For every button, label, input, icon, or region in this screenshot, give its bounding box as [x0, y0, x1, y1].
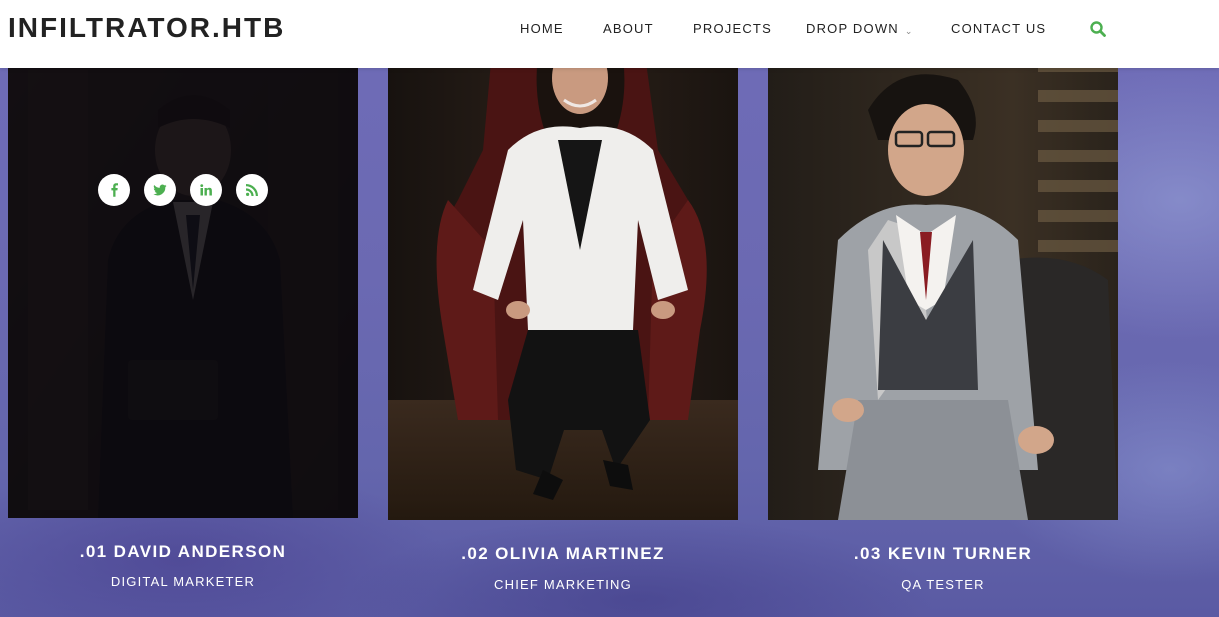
member-photo [8, 0, 358, 518]
member-name: .03 KEVIN TURNER [853, 544, 1033, 563]
member-role: QA TESTER [901, 577, 985, 592]
member-role: CHIEF MARKETING [494, 577, 632, 592]
team-card[interactable]: .03 KEVIN TURNER QA TESTER [768, 0, 1118, 600]
linkedin-icon[interactable] [190, 174, 222, 206]
brand-logo[interactable]: INFILTRATOR.HTB [8, 12, 285, 44]
twitter-icon[interactable] [144, 174, 176, 206]
social-links [98, 174, 278, 206]
nav-projects[interactable]: PROJECTS [693, 21, 772, 36]
team-card[interactable]: .01 DAVID ANDERSON DIGITAL MARKETER [8, 0, 358, 600]
nav-contact-us[interactable]: CONTACT US [951, 21, 1046, 36]
facebook-icon[interactable] [98, 174, 130, 206]
member-role: DIGITAL MARKETER [110, 574, 256, 589]
nav-drop-down-label: DROP DOWN [806, 21, 899, 36]
hover-overlay [8, 0, 358, 518]
member-name: .01 DAVID ANDERSON [79, 542, 287, 561]
chevron-down-icon: ⌄ [904, 26, 914, 36]
rss-icon[interactable] [236, 174, 268, 206]
nav-drop-down[interactable]: DROP DOWN ⌄ [806, 21, 914, 36]
site-header: INFILTRATOR.HTB HOME ABOUT PROJECTS DROP… [0, 0, 1219, 68]
member-name: .02 OLIVIA MARTINEZ [461, 544, 665, 563]
team-card[interactable]: .02 OLIVIA MARTINEZ CHIEF MARKETING [388, 0, 738, 600]
member-photo [768, 0, 1118, 520]
search-icon[interactable] [1089, 20, 1107, 38]
member-photo [388, 0, 738, 520]
nav-about[interactable]: ABOUT [603, 21, 654, 36]
nav-home[interactable]: HOME [520, 21, 564, 36]
